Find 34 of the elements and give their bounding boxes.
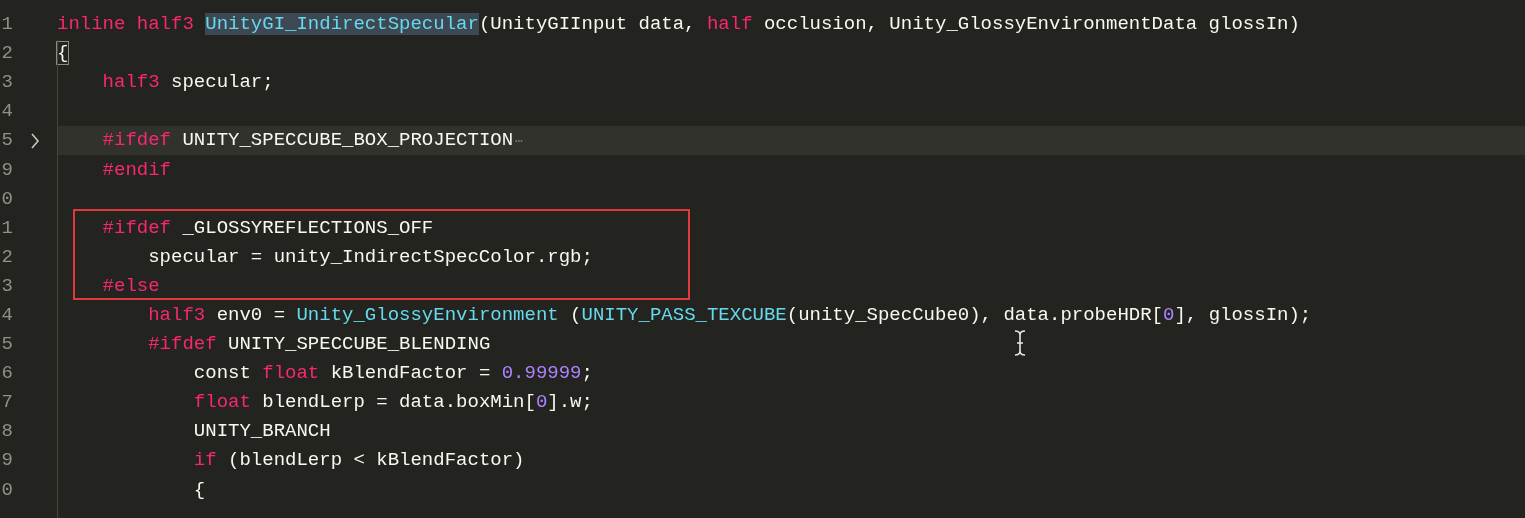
line-number: 2 xyxy=(0,44,13,64)
line-number: 1 xyxy=(0,15,13,35)
line-number: 2 xyxy=(0,247,13,267)
code-line: #endif xyxy=(101,160,172,180)
line-number: 0 xyxy=(0,480,13,500)
code-line: { xyxy=(192,480,206,500)
line-number: 4 xyxy=(0,102,13,122)
line-number: 9 xyxy=(0,451,13,471)
line-number: 6 xyxy=(0,364,13,384)
line-number: 8 xyxy=(0,422,13,442)
code-line: if (blendLerp < kBlendFactor) xyxy=(192,451,525,471)
line-number: 5 xyxy=(0,131,13,151)
line-number: 9 xyxy=(0,160,13,180)
text-cursor-icon xyxy=(1013,330,1027,356)
code-line: #ifdef UNITY_SPECCUBE_BLENDING xyxy=(147,335,491,355)
code-line: #ifdef _GLOSSYREFLECTIONS_OFF xyxy=(101,218,434,238)
code-line: half3 specular; xyxy=(101,73,274,93)
line-number: 3 xyxy=(0,73,13,93)
line-number: 4 xyxy=(0,306,13,325)
code-line: float blendLerp = data.boxMin[0].w; xyxy=(192,393,593,413)
code-line: #else xyxy=(101,276,160,296)
line-number: 7 xyxy=(0,393,13,413)
code-line: specular = unity_IndirectSpecColor.rgb; xyxy=(147,247,593,267)
chevron-right-icon[interactable] xyxy=(30,131,40,150)
code-line: inline half3 UnityGI_IndirectSpecular(UnityGIInput data, half occlusion, Unity_GlossyEnvironmentData glossIn) xyxy=(57,15,1300,35)
line-number: 3 xyxy=(0,276,13,296)
code-line: #ifdef UNITY_SPECCUBE_BOX_PROJECTION⋯ xyxy=(101,131,523,151)
line-number: 1 xyxy=(0,218,13,238)
line-number: 5 xyxy=(0,335,13,355)
line-number: 0 xyxy=(0,189,13,209)
code-line: const float kBlendFactor = 0.99999; xyxy=(192,364,593,384)
code-line: half3 env0 = Unity_GlossyEnvironment (UNITY_PASS_TEXCUBE(unity_SpecCube0), data.probeHDR[0], glossIn); xyxy=(147,306,1312,325)
code-line: { xyxy=(57,44,69,64)
code-line: UNITY_BRANCH xyxy=(192,422,331,442)
